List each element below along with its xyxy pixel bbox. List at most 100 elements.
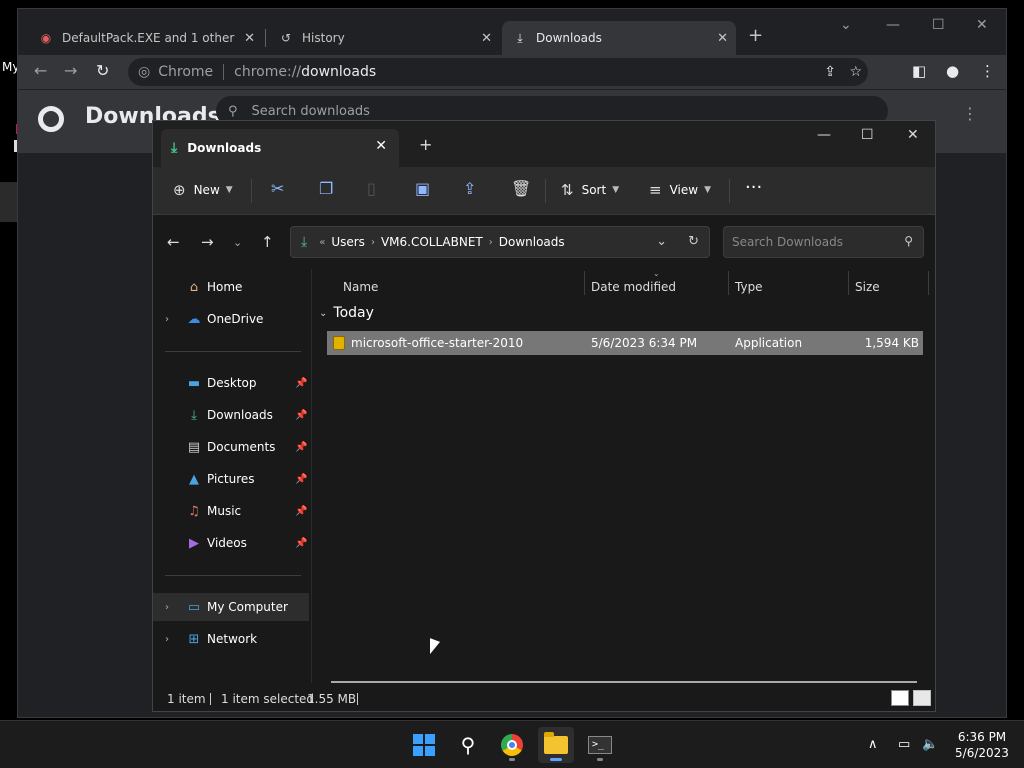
clock[interactable]: 6:36 PM 5/6/2023: [952, 729, 1012, 761]
address-dropdown-icon[interactable]: ⌄: [656, 234, 667, 249]
navigation-pane: ⌂ Home › ☁ OneDrive ▬ Desktop 📌 ⤓ Downlo…: [153, 269, 311, 683]
reload-icon[interactable]: ↻: [96, 61, 109, 80]
breadcrumb-chevron-icon: ›: [488, 236, 493, 248]
chrome-menu-icon[interactable]: ⋮: [980, 62, 995, 80]
share-icon[interactable]: ⇪: [463, 179, 476, 198]
horizontal-scrollbar[interactable]: [331, 681, 917, 683]
expand-chevron-icon[interactable]: ›: [165, 634, 169, 645]
nav-item-downloads[interactable]: ⤓ Downloads 📌: [153, 401, 309, 429]
overflow-chevrons-icon[interactable]: «: [319, 237, 325, 248]
chrome-tab-history[interactable]: ↺ History ✕: [268, 21, 500, 55]
see-more-icon[interactable]: ···: [745, 177, 762, 198]
pane-splitter[interactable]: [311, 269, 312, 683]
search-input[interactable]: Search Downloads ⚲: [723, 226, 924, 258]
nav-item-network[interactable]: › ⊞ Network: [153, 625, 309, 653]
breadcrumb-vm6[interactable]: VM6.COLLABNET: [381, 235, 483, 249]
column-header-size[interactable]: Size: [855, 277, 880, 297]
omnibox-url-scheme: chrome://: [234, 64, 302, 80]
show-hidden-icons-icon[interactable]: ∧: [868, 737, 878, 752]
side-panel-icon[interactable]: ◧: [912, 62, 926, 80]
nav-label: Desktop: [207, 376, 257, 390]
refresh-icon[interactable]: ↻: [688, 234, 699, 249]
network-status-icon[interactable]: ▭: [898, 737, 910, 752]
new-tab-button[interactable]: +: [419, 135, 432, 154]
nav-item-desktop[interactable]: ▬ Desktop 📌: [153, 369, 309, 397]
sort-button[interactable]: ⇅ Sort ▼: [561, 181, 619, 199]
network-icon: ⊞: [188, 631, 200, 647]
maximize-icon[interactable]: ☐: [932, 17, 945, 33]
tab-search-icon[interactable]: ⌄: [840, 17, 852, 33]
nav-item-music[interactable]: ♫ Music 📌: [153, 497, 309, 525]
close-icon[interactable]: ✕: [481, 31, 492, 46]
back-icon[interactable]: ←: [34, 61, 47, 80]
taskbar-file-explorer[interactable]: [538, 727, 574, 763]
breadcrumb-users[interactable]: Users: [331, 235, 365, 249]
more-options-icon[interactable]: ⋮: [962, 104, 978, 123]
expand-chevron-icon[interactable]: ›: [165, 314, 169, 325]
column-header-type[interactable]: Type: [735, 277, 763, 297]
minimize-icon[interactable]: —: [886, 17, 900, 33]
close-window-icon[interactable]: ✕: [907, 127, 919, 143]
nav-item-documents[interactable]: ▤ Documents 📌: [153, 433, 309, 461]
start-button[interactable]: [406, 727, 442, 763]
chevron-down-icon: ▼: [612, 185, 620, 195]
copy-icon[interactable]: ❐: [319, 179, 333, 198]
nav-divider: [165, 351, 301, 352]
column-header-name[interactable]: Name: [343, 277, 378, 297]
file-row[interactable]: microsoft-office-starter-2010 5/6/2023 6…: [327, 331, 923, 355]
pin-icon: 📌: [295, 441, 308, 453]
group-label: Today: [333, 305, 374, 321]
nav-item-pictures[interactable]: ▲ Pictures 📌: [153, 465, 309, 493]
view-button[interactable]: ≡ View ▼: [649, 181, 711, 199]
close-icon[interactable]: ✕: [244, 31, 255, 46]
taskbar-terminal[interactable]: >_: [582, 727, 618, 763]
maximize-icon[interactable]: ☐: [861, 127, 874, 143]
breadcrumb-downloads[interactable]: Downloads: [499, 235, 565, 249]
chrome-tab-defaultpack[interactable]: ◉ DefaultPack.EXE and 1 other file ✕: [28, 21, 263, 55]
delete-icon[interactable]: 🗑: [511, 179, 531, 198]
column-header-date[interactable]: Date modified: [591, 277, 676, 297]
cut-icon[interactable]: ✂: [271, 179, 284, 198]
nav-item-videos[interactable]: ▶ Videos 📌: [153, 529, 309, 557]
recent-locations-icon[interactable]: ⌄: [233, 236, 242, 249]
column-separator[interactable]: [584, 271, 585, 295]
address-bar[interactable]: ⤓ « Users › VM6.COLLABNET › Downloads ⌄ …: [290, 226, 710, 258]
status-separator: [210, 693, 211, 705]
file-name: microsoft-office-starter-2010: [351, 336, 524, 350]
explorer-tab-downloads[interactable]: ⤓ Downloads ✕: [161, 129, 399, 167]
nav-item-my-computer[interactable]: › ▭ My Computer: [153, 593, 309, 621]
nav-item-home[interactable]: ⌂ Home: [153, 273, 309, 301]
search-button[interactable]: ⚲: [450, 727, 486, 763]
up-icon[interactable]: ↑: [261, 233, 274, 251]
close-icon[interactable]: ✕: [375, 138, 387, 154]
profile-icon[interactable]: ●: [946, 62, 959, 80]
expand-chevron-icon[interactable]: ›: [165, 602, 169, 613]
omnibox[interactable]: ◎ Chrome chrome:// downloads ⇪ ☆: [128, 58, 868, 86]
minimize-icon[interactable]: —: [817, 127, 831, 143]
bookmark-star-icon[interactable]: ☆: [849, 64, 862, 80]
group-header-today[interactable]: ⌄ Today: [319, 305, 374, 321]
close-window-icon[interactable]: ✕: [976, 17, 988, 33]
column-separator[interactable]: [928, 271, 929, 295]
forward-icon[interactable]: →: [201, 233, 214, 251]
pin-icon: 📌: [295, 505, 308, 517]
chrome-tab-downloads[interactable]: ⤓ Downloads ✕: [502, 21, 736, 55]
rename-icon[interactable]: ▣: [415, 179, 430, 198]
back-icon[interactable]: ←: [167, 233, 180, 251]
column-separator[interactable]: [728, 271, 729, 295]
paste-icon[interactable]: ▯: [367, 179, 376, 198]
sort-label: Sort: [581, 183, 607, 197]
share-icon[interactable]: ⇪: [824, 64, 836, 80]
nav-item-onedrive[interactable]: › ☁ OneDrive: [153, 305, 309, 333]
search-placeholder: Search Downloads: [732, 235, 843, 249]
new-tab-button[interactable]: +: [748, 25, 763, 46]
chrome-logo-icon: [501, 734, 523, 756]
close-icon[interactable]: ✕: [717, 31, 728, 46]
large-icons-view-icon[interactable]: [913, 690, 931, 706]
taskbar-chrome[interactable]: [494, 727, 530, 763]
new-button[interactable]: ⊕ New ▼: [173, 181, 233, 199]
forward-icon[interactable]: →: [64, 61, 77, 80]
volume-icon[interactable]: 🔈: [922, 737, 938, 752]
column-separator[interactable]: [848, 271, 849, 295]
details-view-icon[interactable]: [891, 690, 909, 706]
